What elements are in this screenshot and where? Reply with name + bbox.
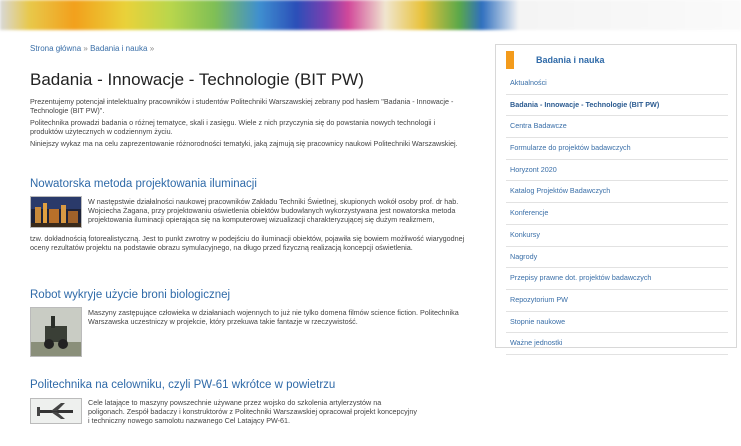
sidebar-nav: Badania i nauka Aktualności Badania - In…	[495, 44, 737, 355]
sidebar-heading: Badania i nauka	[536, 55, 605, 65]
sidebar-item-stopnie-naukowe[interactable]: Stopnie naukowe	[506, 312, 728, 334]
sidebar-item-formularze[interactable]: Formularze do projektów badawczych	[506, 138, 728, 160]
sidebar-item-bit-pw[interactable]: Badania - Innowacje - Technologie (BIT P…	[506, 95, 728, 117]
sidebar-item-konferencje[interactable]: Konferencje	[506, 203, 728, 225]
sidebar-item-przepisy-prawne[interactable]: Przepisy prawne dot. projektów badawczyc…	[506, 268, 728, 290]
article-title-link[interactable]: Robot wykryje użycie broni biologicznej	[30, 289, 230, 301]
sidebar-item-aktualnosci[interactable]: Aktualności	[506, 73, 728, 95]
breadcrumb-section-link[interactable]: Badania i nauka	[90, 44, 147, 53]
breadcrumb: Strona główna » Badania i nauka »	[30, 44, 154, 53]
sidebar-accent-bar	[506, 51, 514, 69]
sidebar-item-wazne-jednostki[interactable]: Ważne jednostki	[506, 333, 728, 355]
sidebar-item-centra-badawcze[interactable]: Centra Badawcze	[506, 116, 728, 139]
article-thumbnail-robot[interactable]	[30, 307, 82, 357]
sidebar-item-repozytorium[interactable]: Repozytorium PW	[506, 290, 728, 312]
sidebar-item-katalog-projektow[interactable]: Katalog Projektów Badawczych	[506, 181, 728, 204]
intro-paragraph: Politechnika prowadzi badania o różnej t…	[30, 118, 436, 136]
sidebar-item-horyzont-2020[interactable]: Horyzont 2020	[506, 160, 728, 182]
article-title-link[interactable]: Politechnika na celowniku, czyli PW-61 w…	[30, 379, 335, 391]
article-excerpt-continued: tzw. dokładnością fotorealistyczną. Jest…	[30, 234, 465, 252]
sidebar-header: Badania i nauka	[496, 51, 736, 71]
article-title-link[interactable]: Nowatorska metoda projektowania iluminac…	[30, 178, 257, 190]
article-excerpt: Maszyny zastępujące człowieka w działani…	[88, 308, 459, 326]
page-title: Badania - Innowacje - Technologie (BIT P…	[30, 70, 364, 89]
intro-text: Prezentujemy potencjał intelektualny pra…	[30, 97, 460, 151]
intro-paragraph: Prezentujemy potencjał intelektualny pra…	[30, 97, 454, 115]
intro-paragraph: Niniejszy wykaz ma na celu zaprezentowan…	[30, 139, 458, 148]
article-thumbnail-drone[interactable]	[30, 398, 82, 424]
article-thumbnail-illumination[interactable]	[30, 196, 82, 228]
breadcrumb-separator: »	[149, 44, 155, 53]
breadcrumb-separator: »	[83, 44, 88, 53]
sidebar-item-nagrody[interactable]: Nagrody	[506, 247, 728, 269]
sidebar-item-konkursy[interactable]: Konkursy	[506, 225, 728, 247]
article-excerpt: Cele latające to maszyny powszechnie uży…	[88, 398, 417, 425]
header-banner	[0, 0, 741, 30]
article-excerpt: W następstwie działalności naukowej prac…	[88, 197, 459, 224]
breadcrumb-home-link[interactable]: Strona główna	[30, 44, 81, 53]
sidebar-menu: Aktualności Badania - Innowacje - Techno…	[506, 73, 728, 355]
